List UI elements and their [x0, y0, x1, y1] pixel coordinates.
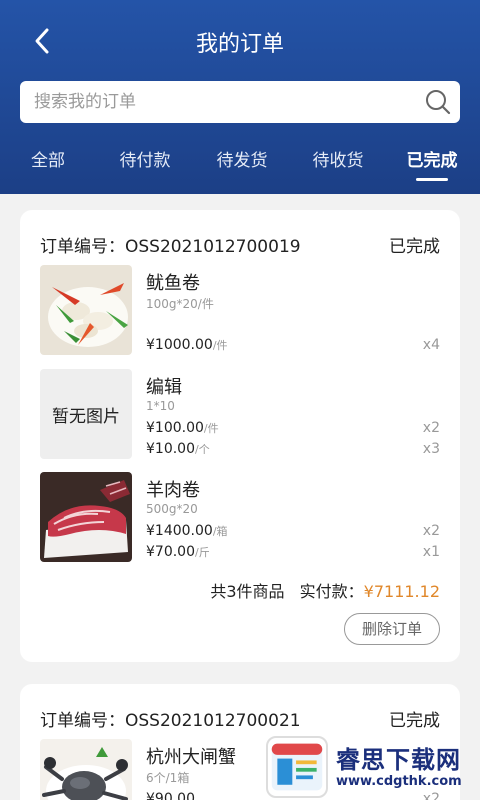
tab-pending-receipt[interactable]: 待收货	[306, 146, 370, 186]
quantity: x1	[422, 544, 440, 560]
paid-amount: ¥7111.12	[363, 582, 440, 601]
order-number: 订单编号：OSS2021012700019	[40, 237, 301, 257]
unit-price: ¥70.00	[146, 544, 195, 560]
unit-price: ¥90.00	[146, 791, 195, 800]
order-number: 订单编号：OSS2021012700021	[40, 711, 301, 731]
delete-order-button[interactable]: 删除订单	[344, 613, 440, 645]
price-line: ¥70.00/斤	[146, 544, 210, 560]
price-unit: /箱	[212, 525, 228, 538]
price-unit: /个	[195, 443, 210, 456]
product-image-lamb-roll	[40, 472, 132, 562]
order-status: 已完成	[389, 711, 440, 731]
product-spec: 500g*20	[146, 502, 198, 516]
tab-pending-payment[interactable]: 待付款	[113, 146, 177, 186]
price-unit: /件	[203, 422, 219, 435]
tab-all[interactable]: 全部	[28, 146, 68, 186]
order-card[interactable]: 订单编号：OSS2021012700019 已完成 鱿鱼卷 100g*20/件 …	[20, 210, 460, 662]
order-summary: 共3件商品 实付款：¥7111.12	[210, 578, 440, 602]
quantity: x3	[422, 441, 440, 457]
search-icon[interactable]	[424, 88, 452, 116]
watermark-logo-icon	[266, 736, 328, 798]
product-name: 鱿鱼卷	[146, 273, 200, 294]
order-tabs: 全部 待付款 待发货 待收货 已完成	[0, 146, 480, 194]
product-image-squid-roll	[40, 265, 132, 355]
price-line: ¥1000.00/件	[146, 337, 228, 353]
page-title: 我的订单	[195, 32, 284, 57]
search-input[interactable]	[34, 81, 414, 123]
order-status: 已完成	[389, 237, 440, 257]
tab-label: 已完成	[406, 151, 458, 171]
quantity: x4	[422, 337, 440, 353]
unit-price: ¥1000.00	[146, 337, 213, 353]
price-line: ¥90.00	[146, 791, 195, 800]
unit-price: ¥100.00	[146, 420, 204, 436]
watermark-title: 睿思下载网	[336, 746, 461, 774]
tab-pending-shipment[interactable]: 待发货	[210, 146, 274, 186]
price-line: ¥10.00/个	[146, 441, 210, 457]
tab-label: 待收货	[312, 151, 364, 171]
no-image-placeholder: 暂无图片	[40, 369, 132, 459]
product-spec: 1*10	[146, 399, 175, 413]
price-line: ¥100.00/件	[146, 420, 219, 436]
tab-label: 全部	[31, 151, 65, 171]
tab-label: 待付款	[119, 151, 171, 171]
product-image-hairy-crab	[40, 739, 132, 800]
unit-price: ¥1400.00	[146, 523, 213, 539]
tab-completed[interactable]: 已完成	[400, 146, 464, 186]
quantity: x2	[422, 523, 440, 539]
product-spec: 100g*20/件	[146, 297, 214, 311]
header-bar: 我的订单 全部 待付款 待发货 待收货 已完成	[0, 0, 480, 194]
price-line: ¥1400.00/箱	[146, 523, 228, 539]
site-watermark: 睿思下载网 www.cdgthk.com	[264, 734, 480, 800]
unit-price: ¥10.00	[146, 441, 195, 457]
order-item[interactable]: 羊肉卷 500g*20 ¥1400.00/箱 x2 ¥70.00/斤 x1	[40, 472, 440, 562]
product-name: 杭州大闸蟹	[146, 747, 236, 768]
product-name: 羊肉卷	[146, 480, 200, 501]
order-item[interactable]: 暂无图片 编辑 1*10 ¥100.00/件 x2 ¥10.00/个 x3	[40, 369, 440, 459]
product-spec: 6个/1箱	[146, 771, 190, 785]
price-unit: /件	[212, 339, 228, 352]
watermark-url: www.cdgthk.com	[336, 774, 462, 789]
order-item[interactable]: 鱿鱼卷 100g*20/件 ¥1000.00/件 x4	[40, 265, 440, 355]
quantity: x2	[422, 420, 440, 436]
tab-label: 待发货	[216, 151, 268, 171]
price-unit: /斤	[195, 546, 210, 559]
item-count: 共3件商品	[210, 582, 285, 601]
active-tab-indicator	[416, 178, 448, 181]
paid-label: 实付款：	[299, 582, 364, 601]
product-name: 编辑	[146, 377, 182, 398]
search-box[interactable]	[20, 81, 460, 123]
